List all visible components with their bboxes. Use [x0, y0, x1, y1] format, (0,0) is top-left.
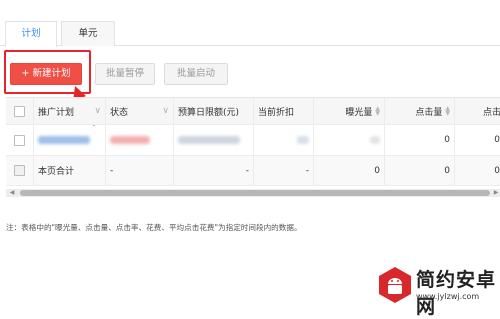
header-impressions[interactable]: 曝光量 ▲ ▼ [314, 98, 385, 124]
subtotal-label: 本页合计 [34, 156, 106, 185]
scroll-left-icon[interactable]: ◀ [8, 189, 16, 197]
watermark-url: www.jylzwj.com [416, 292, 480, 301]
discount-cell [254, 125, 314, 155]
subtotal-status: - [106, 156, 174, 185]
scroll-right-icon[interactable]: ▶ [492, 189, 500, 197]
select-all-cell [6, 98, 34, 124]
row-select-cell [6, 125, 34, 155]
select-all-checkbox[interactable] [14, 105, 25, 117]
chevron-down-icon[interactable]: ∨ [162, 106, 169, 116]
sort-icon[interactable]: ▲ ▼ [445, 106, 450, 117]
subtotal-row: 本页合计 - - - 0 0 0 [6, 156, 500, 186]
blurred-impressions [370, 136, 380, 144]
header-discount: 当前折扣 [254, 98, 314, 124]
clicks-cell: 0 [385, 125, 455, 155]
header-label: 推广计划 [38, 107, 75, 118]
horizontal-scrollbar[interactable]: ◀ ▶ [6, 189, 500, 197]
data-period-note: 注：表格中的"曝光量、点击量、点击率、花费、平均点击花费"为指定时间段内的数据。 [6, 223, 302, 232]
subtotal-discount: - [254, 156, 314, 185]
header-label: 曝光量 [345, 107, 373, 118]
table-header-row: 推广计划∨ 状态∨ 预算日限额(元) 当前折扣 曝光量▲▼ 点击量▲▼ 点击率 [6, 98, 500, 125]
impressions-cell [314, 125, 385, 155]
blurred-discount [297, 136, 309, 144]
subtotal-ctr: 0 [455, 156, 500, 185]
watermark: 简约安卓网 www.jylzwj.com [378, 262, 500, 318]
header-label: 点击量 [415, 107, 443, 118]
header-status[interactable]: 状态 ∨ [106, 98, 174, 124]
ctr-cell: 0 [455, 125, 500, 155]
batch-pause-button[interactable]: 批量暂停 [95, 63, 155, 85]
subtotal-select-cell [6, 156, 34, 185]
tab-plan[interactable]: 计划 [5, 21, 57, 47]
header-label: 预算日限额(元) [178, 107, 240, 118]
header-clicks[interactable]: 点击量 ▲ ▼ [385, 98, 455, 124]
plan-name-cell[interactable] [34, 125, 106, 155]
subtotal-budget: - [174, 156, 254, 185]
blurred-status [110, 136, 150, 144]
header-label: 状态 [110, 107, 129, 118]
header-budget: 预算日限额(元) [174, 98, 254, 124]
subtotal-checkbox [14, 165, 25, 176]
status-cell [106, 125, 174, 155]
tab-unit[interactable]: 单元 [61, 21, 115, 46]
row-checkbox[interactable] [14, 134, 25, 146]
sort-icon[interactable]: ▲ ▼ [375, 106, 380, 117]
clicks-value: 0 [444, 135, 450, 145]
header-ctr[interactable]: 点击率 [455, 98, 500, 124]
budget-cell [174, 125, 254, 155]
batch-start-button[interactable]: 批量启动 [164, 63, 228, 85]
header-label: 点击率 [482, 107, 500, 118]
android-logo-icon [379, 267, 411, 303]
header-label: 当前折扣 [258, 107, 295, 118]
subtotal-clicks: 0 [385, 156, 455, 185]
blurred-plan-name [38, 136, 90, 144]
plan-table: 推广计划∨ 状态∨ 预算日限额(元) 当前折扣 曝光量▲▼ 点击量▲▼ 点击率 … [6, 97, 500, 193]
header-plan-name[interactable]: 推广计划 ∨ [34, 98, 106, 124]
ctr-value: 0 [494, 135, 500, 145]
subtotal-impressions: 0 [314, 156, 385, 185]
chevron-down-icon[interactable]: ∨ [94, 106, 101, 116]
blurred-budget [178, 136, 240, 144]
tab-bar: 计划 单元 [0, 18, 500, 47]
scrollbar-thumb[interactable] [20, 190, 490, 196]
table-row[interactable]: 0 0 [6, 125, 500, 156]
subtotal-ctr-value: 0 [494, 165, 500, 176]
